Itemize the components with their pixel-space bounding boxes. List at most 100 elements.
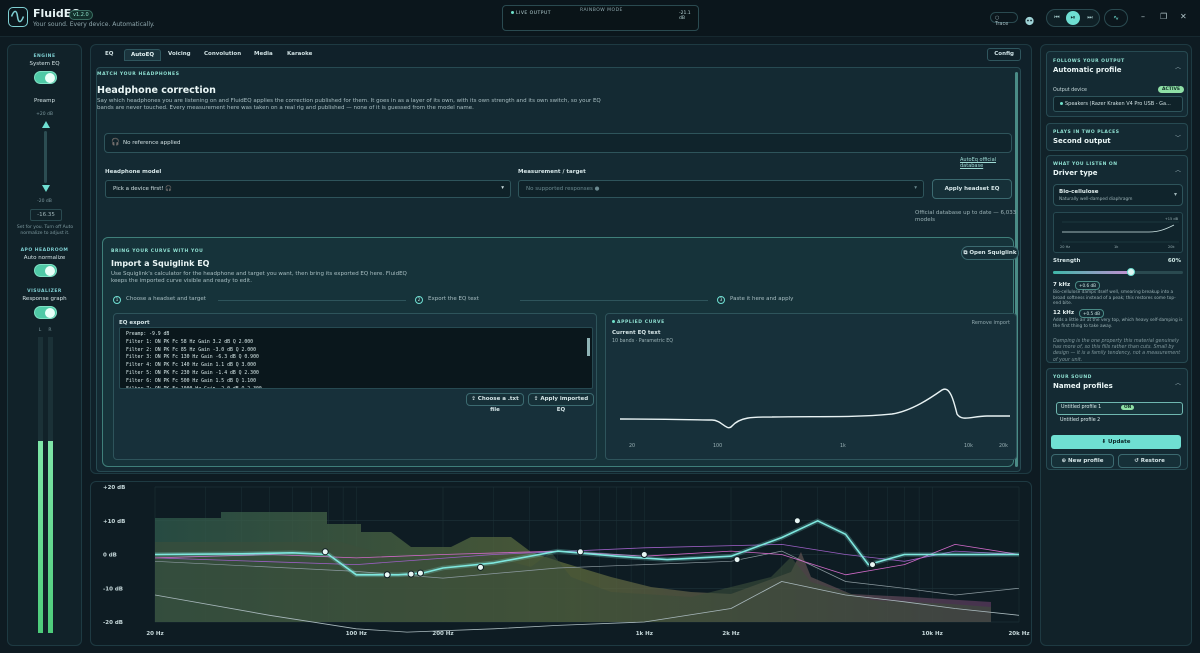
restore-button[interactable]: ↺ Restore bbox=[1118, 454, 1181, 468]
strength-slider-knob[interactable] bbox=[1127, 268, 1135, 276]
eq-export-line: Preamp: -9.9 dB bbox=[126, 332, 170, 337]
tab-karaoke[interactable]: Karaoke bbox=[281, 49, 318, 61]
eq-export-line: Filter 3: ON PK Fc 130 Hz Gain -6.3 dB Q… bbox=[126, 355, 259, 361]
mini-x-tick: 100 bbox=[713, 444, 723, 449]
driver-note: Damping is the one property this materia… bbox=[1053, 339, 1181, 363]
textarea-scrollbar[interactable] bbox=[587, 338, 590, 356]
band-description: Bio-cellulose damps itself well, smearin… bbox=[1053, 290, 1176, 306]
response-graph-svg[interactable]: +20 dB +10 dB 0 dB -10 dB -20 dB 20 Hz 100 Hz 2… bbox=[91, 482, 1033, 647]
tab-voicing[interactable]: Voicing bbox=[162, 49, 197, 61]
driver-graph-x-20: 20 Hz bbox=[1060, 245, 1071, 249]
headphones-icon: 🎧 bbox=[111, 138, 120, 146]
mini-x-tick: 20 bbox=[629, 444, 636, 449]
headphones-small-icon: 🎧 bbox=[165, 186, 173, 192]
preamp-up-icon[interactable] bbox=[42, 121, 50, 128]
chevron-up-icon[interactable]: ︿ bbox=[1175, 378, 1181, 387]
profile-item-2[interactable]: Untitled profile 2 bbox=[1060, 418, 1100, 424]
trace-label: Trace bbox=[995, 21, 1009, 27]
app-tagline: Your sound. Every device. Automatically. bbox=[33, 21, 155, 28]
named-title: Named profiles bbox=[1053, 382, 1113, 390]
x-tick-label: 20 Hz bbox=[146, 631, 163, 637]
choose-file-button[interactable]: ⇪ Choose a .txt file bbox=[466, 393, 524, 413]
second-output-card[interactable]: PLAYS IN TWO PLACES Second output ﹀ bbox=[1046, 123, 1188, 151]
preamp-down-icon[interactable] bbox=[42, 185, 50, 192]
preamp-value-input[interactable]: -16.35 bbox=[30, 209, 62, 221]
next-icon[interactable]: ⏭ bbox=[1083, 11, 1097, 25]
auto-normalize-label: Auto normalize bbox=[23, 255, 66, 261]
response-graph-toggle[interactable] bbox=[34, 306, 57, 319]
squiglink-title: Import a Squiglink EQ bbox=[111, 259, 210, 268]
warning-icon: ● bbox=[594, 186, 600, 192]
device-dot-icon bbox=[1060, 102, 1063, 105]
level-meter-right bbox=[48, 337, 53, 633]
apply-imported-eq-button[interactable]: ⇪ Apply imported EQ bbox=[528, 393, 594, 413]
chevron-up-icon[interactable]: ︿ bbox=[1175, 165, 1181, 174]
driver-name: Bio-cellulose bbox=[1059, 189, 1099, 195]
trace-toggle[interactable]: ○ Trace bbox=[990, 12, 1018, 27]
live-output-label: LIVE OUTPUT bbox=[516, 11, 552, 16]
autoeq-panel: MATCH YOUR HEADPHONES Headphone correcti… bbox=[96, 67, 1021, 472]
eq-export-line: Filter 6: ON PK Fc 500 Hz Gain 1.5 dB Q … bbox=[126, 378, 256, 384]
system-eq-toggle[interactable] bbox=[34, 71, 57, 84]
autoeq-title: Headphone correction bbox=[97, 85, 216, 96]
preamp-slider-track[interactable] bbox=[44, 131, 47, 183]
remove-import-link[interactable]: Remove import bbox=[972, 320, 1010, 326]
squiglink-description: Use Squiglink's calculator for the headp… bbox=[111, 271, 407, 285]
strength-slider[interactable] bbox=[1053, 268, 1183, 276]
close-icon[interactable]: ✕ bbox=[1180, 12, 1187, 21]
eq-export-line: Filter 7: ON PK Fc 1000 Hz Gain -2.0 dB … bbox=[126, 386, 586, 388]
minimize-icon[interactable]: – bbox=[1141, 12, 1145, 21]
response-graph: +20 dB +10 dB 0 dB -10 dB -20 dB 20 Hz 100 Hz 2… bbox=[90, 481, 1032, 646]
driver-response-graph: +15 dB 20 Hz 1k 20k bbox=[1053, 212, 1183, 253]
x-tick-label: 100 Hz bbox=[346, 631, 367, 637]
update-button[interactable]: ⬇ Update bbox=[1051, 435, 1181, 449]
headphone-model-select[interactable]: Pick a device first! 🎧 ▾ bbox=[105, 180, 511, 198]
main-panel: EQ AutoEQ Voicing Convolution Media Karaoke C… bbox=[90, 44, 1032, 474]
previous-icon[interactable]: ⏮ bbox=[1050, 11, 1064, 25]
autoeq-description: Say which headphones you are listening o… bbox=[97, 98, 601, 112]
config-button[interactable]: Config bbox=[987, 48, 1021, 61]
x-tick-label: 10k Hz bbox=[922, 631, 943, 637]
eq-export-textarea[interactable]: Preamp: -9.9 dB Filter 1: ON PK Fc 58 Hz … bbox=[119, 327, 593, 389]
profile-eyebrow: FOLLOWS YOUR OUTPUT bbox=[1053, 59, 1125, 64]
current-eq-subtitle: 10 bands · Parametric EQ bbox=[612, 339, 674, 344]
chevron-up-icon[interactable]: ︿ bbox=[1175, 62, 1181, 71]
new-profile-button[interactable]: ⊕ New profile bbox=[1051, 454, 1114, 468]
mascot-icon[interactable] bbox=[1024, 11, 1035, 26]
open-squiglink-button[interactable]: ⧉ Open Squiglink bbox=[961, 246, 1019, 260]
rainbow-mode-label[interactable]: RAINBOW MODE bbox=[580, 8, 623, 13]
step-number-2: 2 bbox=[415, 296, 423, 304]
chevron-down-icon: ▾ bbox=[914, 185, 917, 191]
apo-section-label: APO HEADROOM bbox=[20, 248, 69, 253]
band-frequency: 12 kHz bbox=[1053, 310, 1075, 316]
tab-media[interactable]: Media bbox=[248, 49, 279, 61]
live-output-panel: LIVE OUTPUT RAINBOW MODE -21.1 dB bbox=[502, 5, 699, 31]
apply-headset-eq-button[interactable]: Apply headset EQ bbox=[932, 179, 1012, 199]
y-tick-label: -20 dB bbox=[103, 620, 123, 626]
output-device-select[interactable]: Speakers (Razer Kraken V4 Pro USB - Ga..… bbox=[1053, 96, 1183, 112]
auto-normalize-toggle[interactable] bbox=[34, 264, 57, 277]
eq-control-point bbox=[640, 551, 648, 558]
tab-autoeq[interactable]: AutoEQ bbox=[124, 49, 162, 61]
no-reference-label: No reference applied bbox=[123, 140, 181, 146]
profile-item-1[interactable]: Untitled profile 1 ON bbox=[1056, 402, 1183, 415]
driver-select[interactable]: Bio-cellulose Naturally well-damped diap… bbox=[1053, 184, 1183, 206]
tab-eq[interactable]: EQ bbox=[99, 49, 119, 61]
applied-dot-icon bbox=[612, 320, 615, 323]
preamp-max-label: +20 dB bbox=[36, 112, 53, 117]
measurement-select[interactable]: No supported responses ● ▾ bbox=[518, 180, 924, 198]
play-pause-icon[interactable]: ⏯ bbox=[1066, 11, 1080, 25]
eq-export-line: Filter 5: ON PK Fc 230 Hz Gain -1.4 dB Q… bbox=[126, 370, 259, 376]
step-label-3: Paste it here and apply bbox=[730, 296, 794, 302]
eq-export-line: Filter 4: ON PK Fc 140 Hz Gain 1.1 dB Q … bbox=[126, 363, 256, 369]
tab-convolution[interactable]: Convolution bbox=[198, 49, 247, 61]
pulse-icon[interactable]: ∿ bbox=[1104, 9, 1128, 27]
eq-export-label: EQ export bbox=[119, 320, 150, 326]
step-connector bbox=[218, 300, 406, 301]
band-description: Adds a little air at the very top, which… bbox=[1053, 318, 1183, 329]
eq-export-line: Filter 1: ON PK Fc 58 Hz Gain 3.2 dB Q 2… bbox=[126, 339, 254, 345]
step-label-1: Choose a headset and target bbox=[126, 296, 206, 302]
maximize-icon[interactable]: ❐ bbox=[1160, 12, 1167, 21]
eq-control-point bbox=[733, 556, 741, 564]
autoeq-database-link[interactable]: AutoEq official database bbox=[960, 157, 1020, 169]
